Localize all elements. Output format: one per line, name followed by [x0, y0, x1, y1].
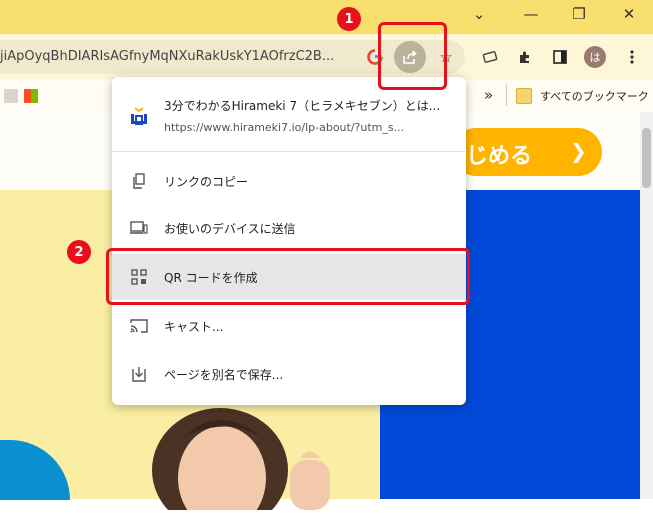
menu-item-save-page-as[interactable]: ページを別名で保存... [112, 351, 466, 397]
menu-item-label: リンクのコピー [164, 174, 249, 189]
bookmarks-overflow-icon[interactable]: » [484, 86, 493, 104]
scrollbar-thumb[interactable] [642, 128, 651, 188]
extension-icon[interactable] [478, 45, 502, 69]
share-menu: 3分でわかるHirameki 7（ヒラメキセブン）とは... https://w… [112, 77, 466, 405]
tab-search-dropdown-icon[interactable]: ⌄ [456, 0, 502, 28]
step-2-badge: 2 [67, 240, 91, 264]
bookmark-favicon[interactable] [4, 89, 18, 103]
copy-icon [130, 172, 148, 190]
menu-item-label: お使いのデバイスに送信 [164, 221, 296, 236]
more-menu-icon[interactable] [620, 45, 644, 69]
menu-divider [112, 151, 466, 152]
save-page-icon [130, 365, 148, 383]
site-favicon [128, 105, 150, 127]
folder-icon [516, 88, 532, 104]
menu-item-cast[interactable]: キャスト... [112, 303, 466, 349]
bookmarks-divider [506, 84, 507, 106]
menu-item-send-to-devices[interactable]: お使いのデバイスに送信 [112, 205, 466, 251]
cta-button[interactable]: じめる ❯ [452, 128, 602, 176]
all-bookmarks-button[interactable]: すべてのブックマーク [540, 88, 649, 104]
cta-arrow-icon: ❯ [570, 139, 587, 163]
highlight-share-button [378, 22, 447, 90]
side-panel-icon[interactable] [548, 45, 572, 69]
cast-icon [130, 317, 148, 335]
highlight-qr-code-item [106, 248, 470, 305]
address-bar-url[interactable]: jiApOyqBhDIARIsAGfnyMqNXuRakUskY1AOfrzC2… [0, 49, 360, 67]
menu-item-label: キャスト... [164, 319, 224, 334]
send-to-devices-icon [130, 219, 148, 237]
bookmark-favicon-microsoft[interactable] [24, 89, 38, 103]
share-page-title: 3分でわかるHirameki 7（ヒラメキセブン）とは... [164, 99, 441, 113]
cta-label: じめる [466, 144, 533, 169]
minimize-button[interactable]: — [508, 0, 554, 28]
close-window-button[interactable]: ✕ [606, 0, 652, 28]
menu-item-label: ページを別名で保存... [164, 367, 284, 382]
menu-item-copy-link[interactable]: リンクのコピー [112, 158, 466, 204]
share-page-url: https://www.hirameki7.io/lp-about/?utm_s… [164, 121, 405, 134]
profile-avatar[interactable]: は [584, 46, 606, 68]
step-1-badge: 1 [337, 7, 361, 31]
extensions-puzzle-icon[interactable] [513, 45, 537, 69]
hero-person-image [150, 400, 330, 520]
restore-button[interactable]: ❐ [556, 0, 602, 28]
